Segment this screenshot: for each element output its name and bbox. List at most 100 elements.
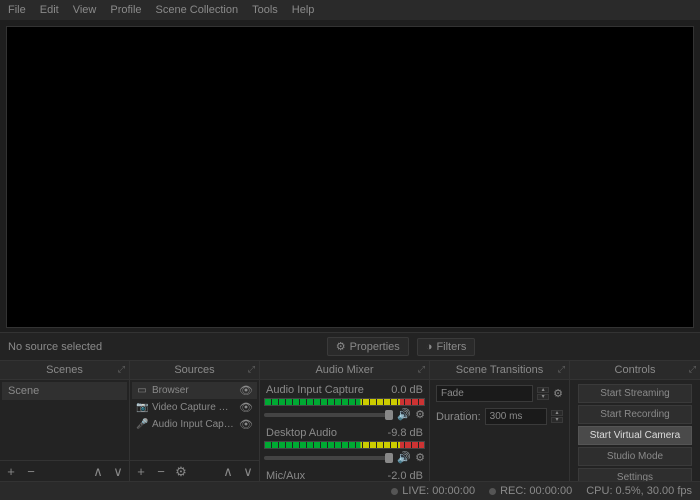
source-row[interactable]: 📷 Video Capture Dev… 👁 xyxy=(132,399,257,416)
source-add-button[interactable]: + xyxy=(132,463,150,479)
controls-body: Start Streaming Start Recording Start Vi… xyxy=(570,380,700,481)
sources-list[interactable]: ▭ Browser 👁 📷 Video Capture Dev… 👁 🎤 Aud… xyxy=(130,380,259,460)
mixer-source-name: Mic/Aux xyxy=(266,470,305,481)
mixer-item: Desktop Audio -9.8 dB 🔊 ⚙ xyxy=(264,427,425,464)
scene-down-button[interactable]: ∨ xyxy=(109,463,127,479)
visibility-toggle[interactable]: 👁 xyxy=(239,418,253,431)
start-streaming-button[interactable]: Start Streaming xyxy=(578,384,692,403)
transitions-title: Scene Transitions xyxy=(456,364,543,376)
speaker-icon[interactable]: 🔊 xyxy=(397,451,411,464)
vu-meter xyxy=(264,441,425,449)
scene-row[interactable]: Scene xyxy=(2,382,127,400)
duration-label: Duration: xyxy=(436,411,481,423)
source-name: Audio Input Capt… xyxy=(152,419,235,430)
volume-slider[interactable] xyxy=(264,456,393,460)
mixer-level: -9.8 dB xyxy=(388,427,423,439)
live-dot-icon xyxy=(391,488,398,495)
controls-header: Controls ⤢ xyxy=(570,361,700,380)
volume-slider[interactable] xyxy=(264,413,393,417)
properties-button[interactable]: ⚙ Properties xyxy=(327,337,409,356)
scenes-panel: Scenes ⤢ Scene + − ∧ ∨ xyxy=(0,361,130,481)
gear-icon: ⚙ xyxy=(336,340,346,353)
scene-add-button[interactable]: + xyxy=(2,463,20,479)
camera-icon: 📷 xyxy=(136,402,148,413)
status-bar: LIVE: 00:00:00 REC: 00:00:00 CPU: 0.5%, … xyxy=(0,481,700,500)
preview-canvas[interactable] xyxy=(6,26,694,328)
transitions-body: Fade ▴▾ ⚙ Duration: 300 ms ▴▾ xyxy=(430,380,569,481)
menu-view[interactable]: View xyxy=(73,4,97,16)
menu-help[interactable]: Help xyxy=(292,4,315,16)
audio-mixer-panel: Audio Mixer ⤢ Audio Input Capture 0.0 dB… xyxy=(260,361,430,481)
sources-panel: Sources ⤢ ▭ Browser 👁 📷 Video Capture De… xyxy=(130,361,260,481)
duration-input[interactable]: 300 ms xyxy=(485,408,547,425)
scene-remove-button[interactable]: − xyxy=(22,463,40,479)
source-name: Video Capture Dev… xyxy=(152,402,235,413)
filters-label: Filters xyxy=(436,341,466,353)
no-source-label: No source selected xyxy=(8,341,102,353)
popout-icon[interactable]: ⤢ xyxy=(558,364,565,375)
mixer-settings-button[interactable]: ⚙ xyxy=(415,451,425,464)
sources-toolbar: + − ⚙ ∧ ∨ xyxy=(130,460,259,481)
docks: Scenes ⤢ Scene + − ∧ ∨ Sources ⤢ ▭ Brows… xyxy=(0,361,700,481)
properties-label: Properties xyxy=(350,341,400,353)
source-settings-button[interactable]: ⚙ xyxy=(172,463,190,479)
status-cpu: CPU: 0.5%, 30.00 fps xyxy=(586,485,692,497)
source-down-button[interactable]: ∨ xyxy=(239,463,257,479)
menu-edit[interactable]: Edit xyxy=(40,4,59,16)
mixer-list: Audio Input Capture 0.0 dB 🔊 ⚙ Desktop A… xyxy=(260,380,429,481)
popout-icon[interactable]: ⤢ xyxy=(689,364,696,375)
mixer-item: Audio Input Capture 0.0 dB 🔊 ⚙ xyxy=(264,384,425,421)
popout-icon[interactable]: ⤢ xyxy=(118,364,125,375)
mixer-level: 0.0 dB xyxy=(391,384,423,396)
source-row[interactable]: ▭ Browser 👁 xyxy=(132,382,257,399)
speaker-icon[interactable]: 🔊 xyxy=(397,408,411,421)
visibility-toggle[interactable]: 👁 xyxy=(239,384,253,397)
filters-button[interactable]: ◑ Filters xyxy=(417,338,476,356)
mixer-settings-button[interactable]: ⚙ xyxy=(415,408,425,421)
filters-icon: ◑ xyxy=(426,341,433,353)
scenes-toolbar: + − ∧ ∨ xyxy=(0,460,129,481)
duration-spin[interactable]: ▴▾ xyxy=(551,410,563,423)
mixer-level: -2.0 dB xyxy=(388,470,423,481)
menu-bar: File Edit View Profile Scene Collection … xyxy=(0,0,700,20)
sources-header: Sources ⤢ xyxy=(130,361,259,380)
source-remove-button[interactable]: − xyxy=(152,463,170,479)
vu-meter xyxy=(264,398,425,406)
menu-profile[interactable]: Profile xyxy=(110,4,141,16)
scene-up-button[interactable]: ∧ xyxy=(89,463,107,479)
mixer-source-name: Desktop Audio xyxy=(266,427,337,439)
mixer-header: Audio Mixer ⤢ xyxy=(260,361,429,380)
status-live: LIVE: 00:00:00 xyxy=(391,485,475,497)
popout-icon[interactable]: ⤢ xyxy=(418,364,425,375)
sources-title: Sources xyxy=(174,364,214,376)
studio-mode-button[interactable]: Studio Mode xyxy=(578,447,692,466)
controls-title: Controls xyxy=(615,364,656,376)
menu-tools[interactable]: Tools xyxy=(252,4,278,16)
controls-panel: Controls ⤢ Start Streaming Start Recordi… xyxy=(570,361,700,481)
menu-file[interactable]: File xyxy=(8,4,26,16)
start-recording-button[interactable]: Start Recording xyxy=(578,405,692,424)
rec-dot-icon xyxy=(489,488,496,495)
source-info-bar: No source selected ⚙ Properties ◑ Filter… xyxy=(0,332,700,361)
mixer-title: Audio Mixer xyxy=(315,364,373,376)
transition-spin[interactable]: ▴▾ xyxy=(537,387,549,400)
status-rec: REC: 00:00:00 xyxy=(489,485,572,497)
start-virtual-camera-button[interactable]: Start Virtual Camera xyxy=(578,426,692,445)
transitions-header: Scene Transitions ⤢ xyxy=(430,361,569,380)
scenes-header: Scenes ⤢ xyxy=(0,361,129,380)
menu-scene-collection[interactable]: Scene Collection xyxy=(156,4,239,16)
transition-settings-button[interactable]: ⚙ xyxy=(553,387,563,400)
source-row[interactable]: 🎤 Audio Input Capt… 👁 xyxy=(132,416,257,433)
source-name: Browser xyxy=(152,385,235,396)
mixer-source-name: Audio Input Capture xyxy=(266,384,364,396)
visibility-toggle[interactable]: 👁 xyxy=(239,401,253,414)
settings-button[interactable]: Settings xyxy=(578,468,692,481)
transition-select[interactable]: Fade xyxy=(436,385,533,402)
mixer-item: Mic/Aux -2.0 dB xyxy=(264,470,425,481)
scenes-list[interactable]: Scene xyxy=(0,380,129,460)
mic-icon: 🎤 xyxy=(136,419,148,430)
browser-icon: ▭ xyxy=(136,385,148,396)
popout-icon[interactable]: ⤢ xyxy=(248,364,255,375)
transitions-panel: Scene Transitions ⤢ Fade ▴▾ ⚙ Duration: … xyxy=(430,361,570,481)
source-up-button[interactable]: ∧ xyxy=(219,463,237,479)
